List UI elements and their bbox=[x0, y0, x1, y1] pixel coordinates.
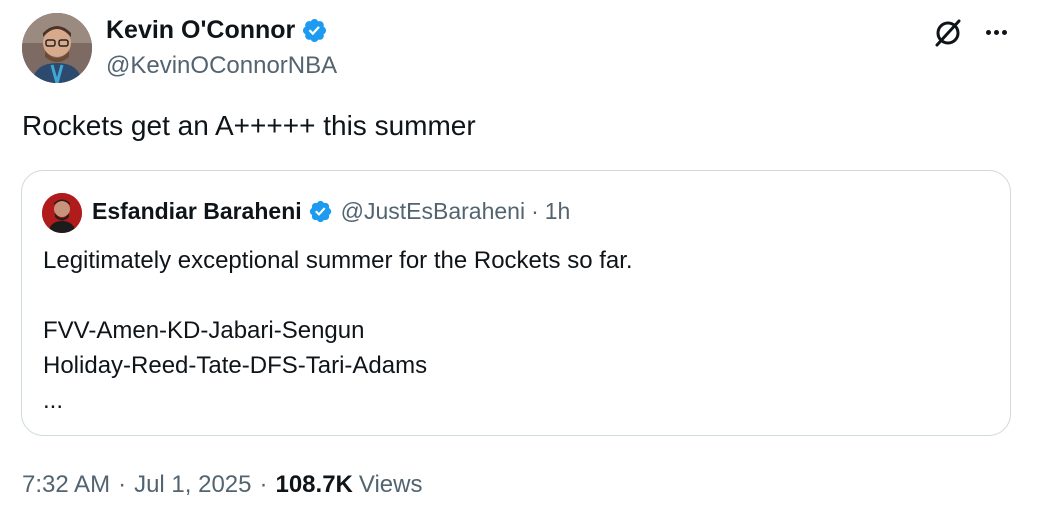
views-label: Views bbox=[358, 471, 423, 498]
more-icon-dot bbox=[1001, 29, 1007, 35]
more-icon bbox=[985, 29, 991, 35]
quoted-separator: · bbox=[531, 198, 539, 224]
meta-separator: · bbox=[259, 471, 268, 498]
quoted-line: Holiday-Reed-Tate-DFS-Tari-Adams bbox=[43, 352, 428, 379]
tweet-date[interactable]: Jul 1, 2025 bbox=[134, 471, 251, 499]
meta-separator: · bbox=[118, 471, 127, 498]
author-name[interactable]: Kevin O'Connor bbox=[106, 16, 328, 45]
quoted-header: Esfandiar Baraheni @JustEsBaraheni · 1h bbox=[92, 198, 570, 225]
verified-badge-icon bbox=[303, 18, 327, 43]
more-options-button[interactable] bbox=[980, 16, 1012, 48]
author-photo bbox=[22, 13, 92, 83]
tweet-time[interactable]: 7:32 AM bbox=[22, 471, 110, 499]
quoted-line: FVV-Amen-KD-Jabari-Sengun bbox=[43, 317, 365, 344]
quoted-line: Legitimately exceptional summer for the … bbox=[43, 247, 633, 274]
quoted-line: ... bbox=[43, 387, 64, 414]
quoted-author-handle[interactable]: @JustEsBaraheni bbox=[341, 198, 525, 225]
quoted-tweet[interactable]: Esfandiar Baraheni @JustEsBaraheni · 1h … bbox=[21, 170, 1011, 436]
grok-icon bbox=[935, 19, 961, 47]
tweet-meta: 7:32 AM · Jul 1, 2025 · 108.7K Views bbox=[22, 471, 422, 499]
author-name-text[interactable]: Kevin O'Connor bbox=[106, 16, 295, 45]
quoted-author-avatar[interactable] bbox=[42, 193, 82, 233]
grok-button[interactable] bbox=[931, 16, 965, 50]
author-avatar[interactable] bbox=[22, 13, 92, 83]
quoted-line bbox=[43, 278, 633, 313]
author-handle[interactable]: @KevinOConnorNBA bbox=[106, 52, 337, 80]
quoted-author-name[interactable]: Esfandiar Baraheni bbox=[92, 198, 302, 225]
verified-badge-icon bbox=[309, 200, 331, 223]
quoted-timestamp[interactable]: 1h bbox=[545, 198, 571, 225]
quoted-author-photo bbox=[42, 193, 82, 233]
tweet-text: Rockets get an A+++++ this summer bbox=[22, 110, 476, 141]
views-count: 108.7K bbox=[275, 471, 353, 498]
quoted-text: Legitimately exceptional summer for the … bbox=[43, 243, 633, 418]
more-icon-dot bbox=[993, 29, 999, 35]
